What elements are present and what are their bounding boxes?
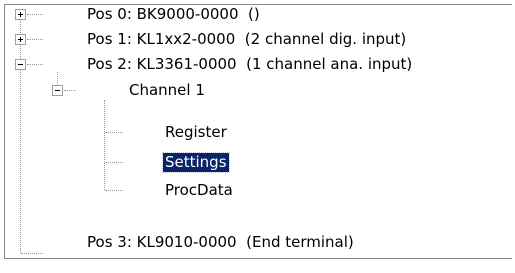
tree-connector <box>105 132 123 133</box>
tree-connector <box>64 90 76 91</box>
expand-pos1-icon[interactable] <box>15 34 26 45</box>
tree-node-pos1[interactable]: Pos 1: KL1xx2-0000 (2 channel dig. input… <box>85 30 408 49</box>
expand-pos0-icon[interactable] <box>15 9 26 20</box>
collapse-pos2-icon[interactable] <box>15 59 26 70</box>
tree-connector <box>27 39 43 40</box>
tree-connector <box>27 14 43 15</box>
tree-node-channel1[interactable]: Channel 1 <box>127 81 207 100</box>
collapse-channel1-icon[interactable] <box>52 85 63 96</box>
tree-connector <box>21 253 43 254</box>
tree-node-pos2[interactable]: Pos 2: KL3361-0000 (1 channel ana. input… <box>85 55 414 74</box>
tree-node-pos3[interactable]: Pos 3: KL9010-0000 (End terminal) <box>85 233 356 252</box>
tree-node-settings-selected[interactable]: Settings <box>162 152 230 173</box>
tree-connector <box>105 162 123 163</box>
tree-node-register[interactable]: Register <box>163 123 229 142</box>
tree-connector <box>57 72 58 85</box>
tree-connector <box>20 13 21 253</box>
tree-connector <box>104 100 105 190</box>
tree-node-procdata[interactable]: ProcData <box>163 181 235 200</box>
tree-connector <box>27 64 43 65</box>
tree-connector <box>105 190 123 191</box>
tree-node-pos0[interactable]: Pos 0: BK9000-0000 () <box>85 5 262 24</box>
io-tree-view[interactable]: Pos 0: BK9000-0000 () Pos 1: KL1xx2-0000… <box>4 4 512 259</box>
